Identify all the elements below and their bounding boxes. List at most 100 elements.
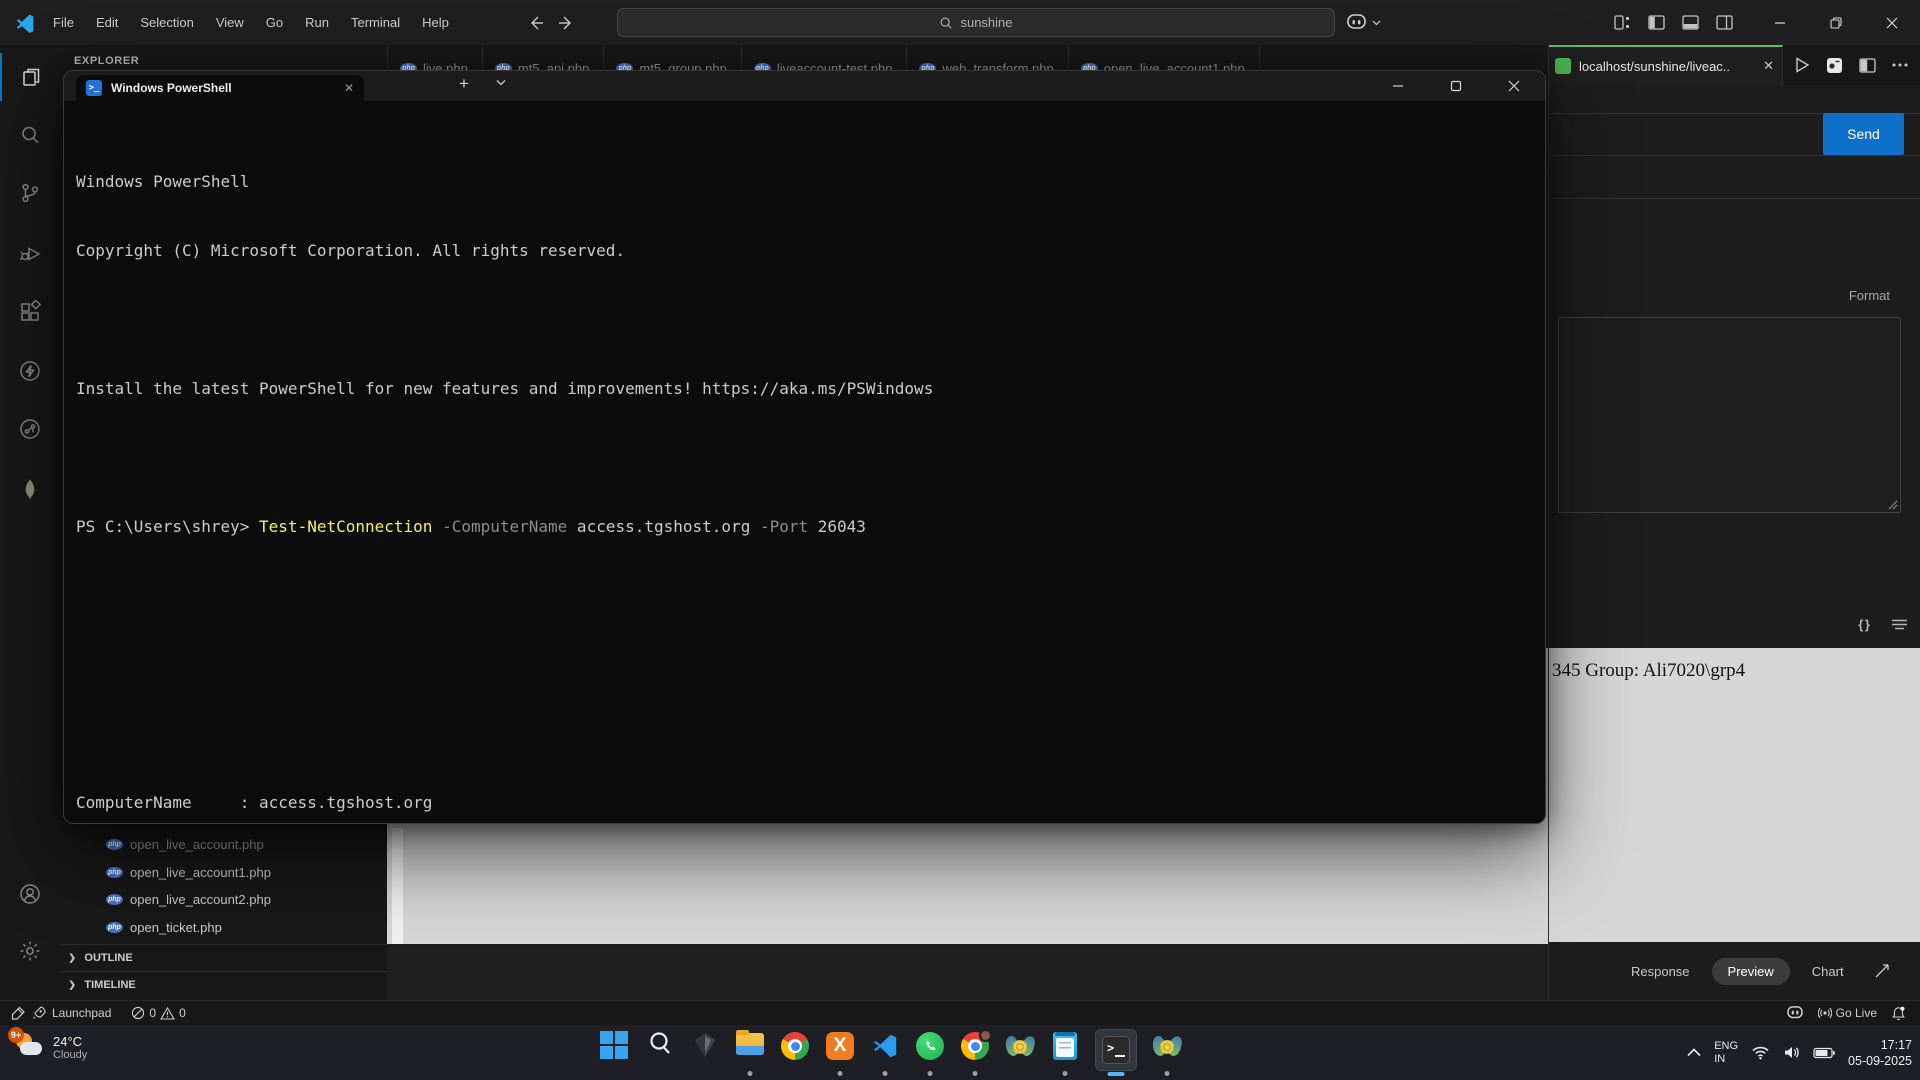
run-debug-icon[interactable] xyxy=(0,229,60,277)
request-tab-label: localhost/sunshine/liveac.. xyxy=(1579,59,1730,74)
toggle-panel-icon[interactable] xyxy=(1682,15,1699,30)
tray-chevron-up-icon[interactable] xyxy=(1687,1048,1701,1057)
thunder-client-icon[interactable] xyxy=(0,347,60,395)
file-item[interactable]: open_live_account.php xyxy=(60,831,387,858)
split-editor-icon[interactable] xyxy=(1859,58,1876,73)
clock[interactable]: 17:17 05-09-2025 xyxy=(1848,1037,1912,1069)
terminal-output[interactable]: Windows PowerShell Copyright (C) Microso… xyxy=(76,101,1533,815)
language-indicator[interactable]: ENG IN xyxy=(1714,1040,1738,1066)
expand-diagonal-icon[interactable] xyxy=(1874,963,1890,979)
terminal-line: Windows PowerShell xyxy=(76,170,1533,193)
explorer-icon[interactable] xyxy=(0,53,60,101)
command-center-search[interactable]: sunshine xyxy=(617,8,1335,37)
vscode-taskbar-icon[interactable] xyxy=(870,1030,900,1078)
forward-arrow-icon[interactable] xyxy=(558,15,574,31)
close-button[interactable] xyxy=(1491,71,1537,101)
copilot-status-icon[interactable] xyxy=(1786,1006,1804,1020)
go-live-button[interactable]: Go Live xyxy=(1818,1006,1877,1020)
menu-item[interactable]: File xyxy=(42,15,85,30)
taskbar-search-icon[interactable] xyxy=(645,1030,675,1078)
app-gem-icon[interactable] xyxy=(690,1030,720,1078)
settings-gear-icon[interactable] xyxy=(0,927,60,975)
file-item[interactable]: open_live_account1.php xyxy=(60,859,387,886)
launchpad-label[interactable]: Launchpad xyxy=(52,1006,111,1020)
copilot-menu[interactable] xyxy=(1346,0,1381,45)
powershell-window[interactable]: >_ Windows PowerShell ✕ + Windows PowerS… xyxy=(63,70,1546,824)
status-left: Launchpad 0 0 xyxy=(0,1006,186,1020)
format-label[interactable]: Format xyxy=(1849,288,1890,303)
send-button[interactable]: Send xyxy=(1823,113,1904,155)
weather-widget[interactable]: 9+ 24°C Cloudy xyxy=(14,1032,87,1062)
xampp-icon[interactable]: X xyxy=(825,1030,855,1078)
file-item[interactable]: open_live_account2.php xyxy=(60,886,387,913)
mongodb-icon[interactable] xyxy=(0,465,60,513)
resize-grip-icon[interactable] xyxy=(1888,500,1898,510)
menu-lines-icon[interactable] xyxy=(1891,619,1908,630)
toggle-secondary-sidebar-icon[interactable] xyxy=(1716,15,1733,30)
toggle-sidebar-icon[interactable] xyxy=(1648,15,1665,30)
new-tab-icon[interactable]: + xyxy=(459,74,469,94)
whatsapp-icon[interactable] xyxy=(915,1030,945,1078)
restore-button[interactable] xyxy=(1808,0,1864,45)
notepad-icon[interactable] xyxy=(1050,1030,1080,1078)
wifi-icon[interactable] xyxy=(1751,1045,1770,1060)
battery-icon[interactable] xyxy=(1813,1047,1835,1059)
preview-scrollbar[interactable] xyxy=(392,828,403,944)
menu-item[interactable]: Go xyxy=(255,15,294,30)
customize-layout-icon[interactable] xyxy=(1614,15,1631,30)
request-body-textarea[interactable] xyxy=(1558,317,1901,513)
rest-client-panel: localhost/sunshine/liveac.. ✕ Send Forma… xyxy=(1548,45,1920,1000)
file-explorer-icon[interactable] xyxy=(735,1030,765,1078)
tray-date: 05-09-2025 xyxy=(1848,1053,1912,1069)
close-icon[interactable]: ✕ xyxy=(1763,58,1774,74)
more-actions-icon[interactable] xyxy=(1892,63,1908,67)
timeline-section[interactable]: ❯ TIMELINE xyxy=(60,971,387,998)
response-view-button[interactable]: Response xyxy=(1619,958,1702,985)
chart-view-button[interactable]: Chart xyxy=(1800,958,1856,985)
terminal-window-controls xyxy=(1375,71,1537,101)
start-button[interactable] xyxy=(600,1030,630,1078)
extensions-icon[interactable] xyxy=(0,288,60,336)
minimize-button[interactable] xyxy=(1375,71,1421,101)
close-icon[interactable]: ✕ xyxy=(344,81,354,95)
search-sidebar-icon[interactable] xyxy=(0,111,60,159)
preview-view-button[interactable]: Preview xyxy=(1712,958,1790,985)
notifications-bell-icon[interactable] xyxy=(1891,1006,1906,1021)
problems-indicator[interactable]: 0 0 xyxy=(131,1006,185,1020)
terminal-titlebar[interactable]: >_ Windows PowerShell ✕ + xyxy=(64,71,1545,101)
layout-controls xyxy=(1614,0,1733,45)
close-button[interactable] xyxy=(1864,0,1920,45)
accounts-icon[interactable] xyxy=(0,870,60,918)
app-launcher-icon[interactable] xyxy=(1005,1030,1035,1078)
menu-bar: FileEditSelectionViewGoRunTerminalHelp xyxy=(42,0,460,45)
menu-item[interactable]: Help xyxy=(411,15,460,30)
go-live-label: Go Live xyxy=(1836,1006,1877,1020)
open-in-editor-icon[interactable] xyxy=(1826,57,1843,74)
outline-section[interactable]: ❯ OUTLINE xyxy=(60,944,387,971)
menu-item[interactable]: Selection xyxy=(129,15,204,30)
chrome-icon[interactable] xyxy=(780,1030,810,1078)
menu-item[interactable]: Run xyxy=(294,15,340,30)
terminal-command-line: PS C:\Users\shrey> Test-NetConnection -C… xyxy=(76,515,1533,538)
menu-item[interactable]: View xyxy=(205,15,255,30)
run-request-icon[interactable] xyxy=(1795,57,1810,73)
menu-item[interactable]: Edit xyxy=(85,15,129,30)
back-arrow-icon[interactable] xyxy=(528,15,544,31)
tab-dropdown-icon[interactable] xyxy=(496,79,506,86)
file-item[interactable]: open_ticket.php xyxy=(60,914,387,941)
history-nav xyxy=(528,0,574,45)
terminal-tab[interactable]: >_ Windows PowerShell ✕ xyxy=(76,75,364,101)
app-launcher-2-icon[interactable] xyxy=(1152,1030,1182,1078)
chrome-profile-icon[interactable] xyxy=(960,1030,990,1078)
volume-icon[interactable] xyxy=(1783,1045,1800,1060)
maximize-button[interactable] xyxy=(1433,71,1479,101)
remote-explorer-icon[interactable] xyxy=(0,405,60,453)
minimize-button[interactable] xyxy=(1752,0,1808,45)
php-file-icon xyxy=(106,894,123,905)
format-json-icon[interactable]: { } xyxy=(1858,617,1869,632)
source-control-icon[interactable] xyxy=(0,169,60,217)
menu-item[interactable]: Terminal xyxy=(340,15,411,30)
terminal-taskbar-icon[interactable]: > xyxy=(1095,1030,1137,1078)
request-tab[interactable]: localhost/sunshine/liveac.. ✕ xyxy=(1549,45,1783,85)
screen: FileEditSelectionViewGoRunTerminalHelp s… xyxy=(0,0,1920,1080)
